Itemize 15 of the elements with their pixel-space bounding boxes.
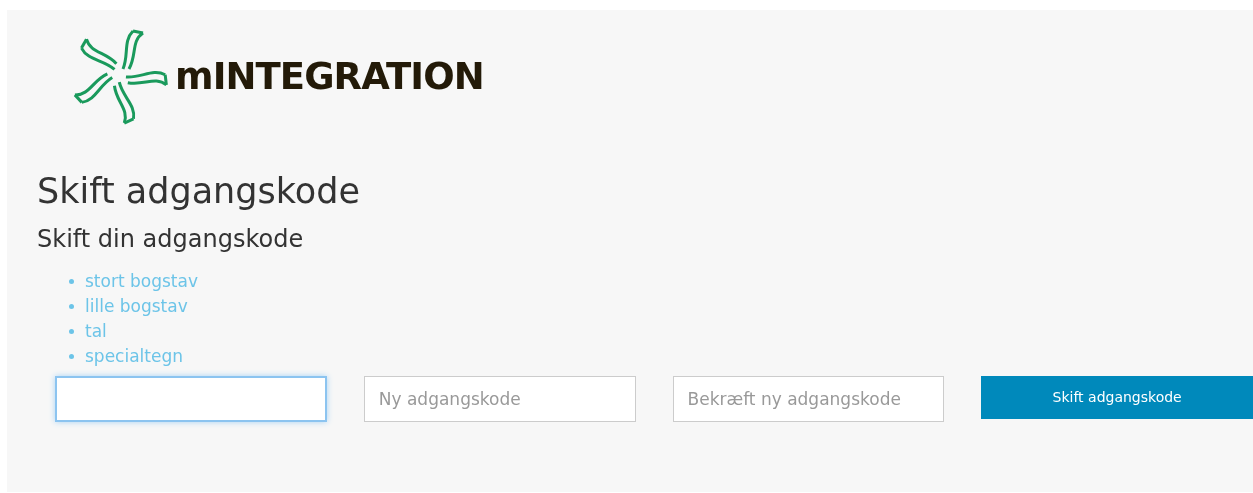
bullet-icon xyxy=(69,354,74,359)
requirement-text: lille bogstav xyxy=(85,294,188,318)
password-field[interactable]: Ny adgangskode xyxy=(363,376,636,422)
bullet-icon xyxy=(69,329,74,334)
password-field[interactable] xyxy=(55,376,327,422)
requirement-text: specialtegn xyxy=(85,344,183,368)
requirement-text: tal xyxy=(85,319,107,343)
page-subtitle: Skift din adgangskode xyxy=(37,224,305,255)
bullet-icon xyxy=(69,279,74,284)
logo-text: mINTEGRATION xyxy=(175,53,484,100)
requirement-text: stort bogstav xyxy=(85,269,198,293)
password-field[interactable]: Bekræft ny adgangskode xyxy=(672,376,945,422)
bullet-icon xyxy=(69,304,74,309)
submit-button[interactable]: Skift adgangskode xyxy=(981,376,1253,419)
page-title: Skift adgangskode xyxy=(37,170,361,213)
